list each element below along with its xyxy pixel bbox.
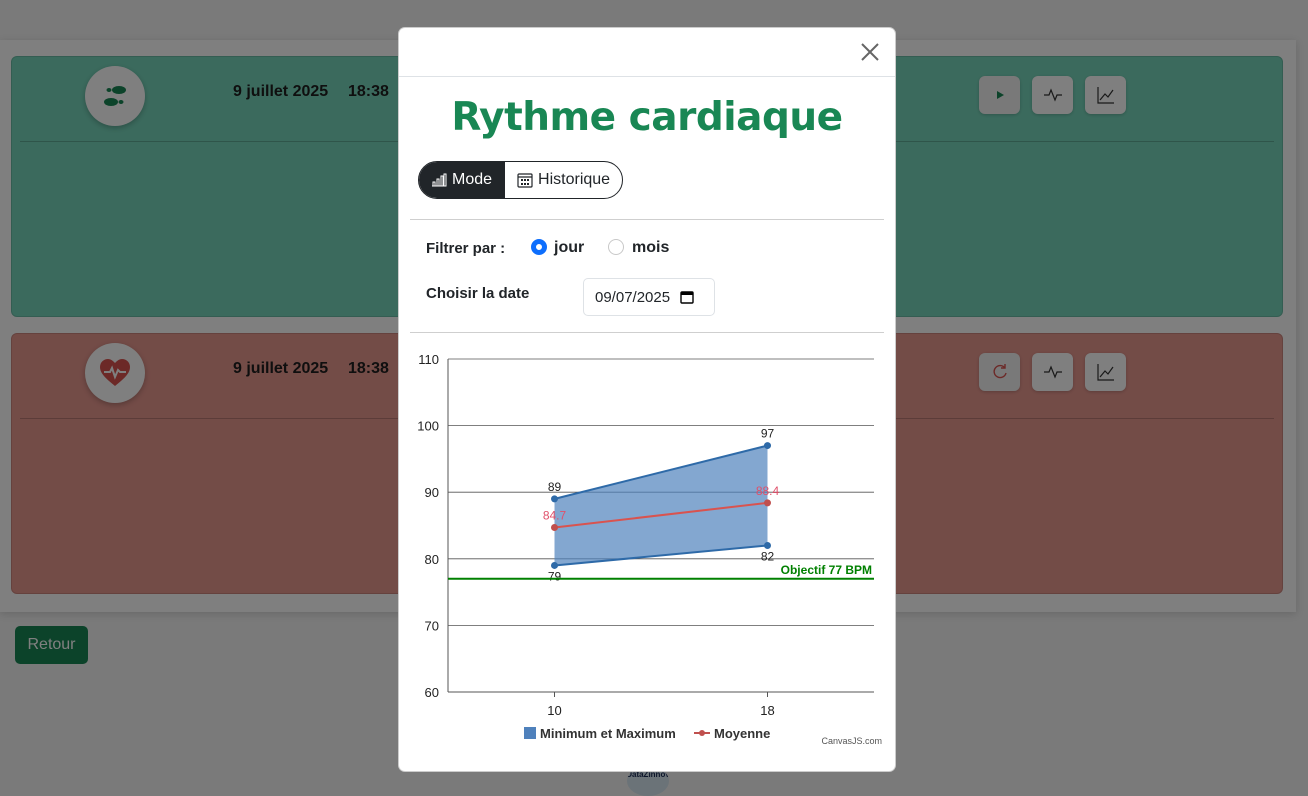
radio-jour[interactable] xyxy=(531,239,547,255)
range-low-point xyxy=(764,541,771,549)
range-low-label: 82 xyxy=(761,549,775,563)
heart-rate-modal: Rythme cardiaque Mode Historique Filtrer… xyxy=(398,27,896,772)
average-label: 88.4 xyxy=(756,484,780,498)
date-value: 09/07/2025 xyxy=(595,288,671,306)
average-point xyxy=(764,499,771,507)
range-high-point xyxy=(551,495,558,503)
y-tick-label: 80 xyxy=(425,552,439,567)
view-mode-toggle: Mode Historique xyxy=(418,161,624,199)
radio-mois[interactable] xyxy=(608,239,624,255)
goal-label: Objectif 77 BPM xyxy=(781,563,872,577)
y-tick-label: 110 xyxy=(418,352,439,367)
legend-swatch-range xyxy=(524,727,536,739)
tab-historique[interactable]: Historique xyxy=(504,162,622,198)
chart-credit[interactable]: CanvasJS.com xyxy=(821,736,882,746)
radio-mois-label[interactable]: mois xyxy=(632,239,669,257)
radio-jour-label[interactable]: jour xyxy=(554,239,584,257)
divider xyxy=(410,219,884,220)
range-low-label: 79 xyxy=(548,569,562,583)
x-tick-label: 18 xyxy=(760,703,774,718)
y-tick-label: 90 xyxy=(425,485,439,500)
legend-swatch-average-dot xyxy=(699,730,705,736)
calendar-icon[interactable] xyxy=(680,290,694,304)
range-low-point xyxy=(551,561,558,569)
filter-label: Filtrer par : xyxy=(426,240,506,257)
bar-chart-icon xyxy=(432,173,447,187)
close-icon[interactable] xyxy=(859,41,881,63)
x-tick-label: 10 xyxy=(547,703,561,718)
divider xyxy=(410,332,884,333)
average-point xyxy=(551,523,558,531)
range-high-point xyxy=(764,442,771,450)
tab-mode[interactable]: Mode xyxy=(419,162,505,198)
y-tick-label: 60 xyxy=(425,685,439,700)
date-label: Choisir la date xyxy=(426,285,530,302)
y-tick-label: 70 xyxy=(425,618,439,633)
modal-title: Rythme cardiaque xyxy=(451,95,843,140)
range-high-label: 89 xyxy=(548,480,562,494)
legend-label-average: Moyenne xyxy=(714,726,770,741)
date-input[interactable]: 09/07/2025 xyxy=(583,278,715,316)
y-tick-label: 100 xyxy=(417,419,439,434)
modal-header xyxy=(399,28,895,77)
tab-mode-label: Mode xyxy=(452,171,493,188)
tab-historique-label: Historique xyxy=(538,171,611,188)
legend-label-range: Minimum et Maximum xyxy=(540,726,676,741)
average-label: 84.7 xyxy=(543,508,567,522)
range-high-label: 97 xyxy=(761,427,775,441)
heart-rate-chart: 60 70 80 90 100 110 10 18 89 79 97 82 Objectif 77 BP… xyxy=(417,352,874,741)
calendar-icon xyxy=(517,173,533,188)
